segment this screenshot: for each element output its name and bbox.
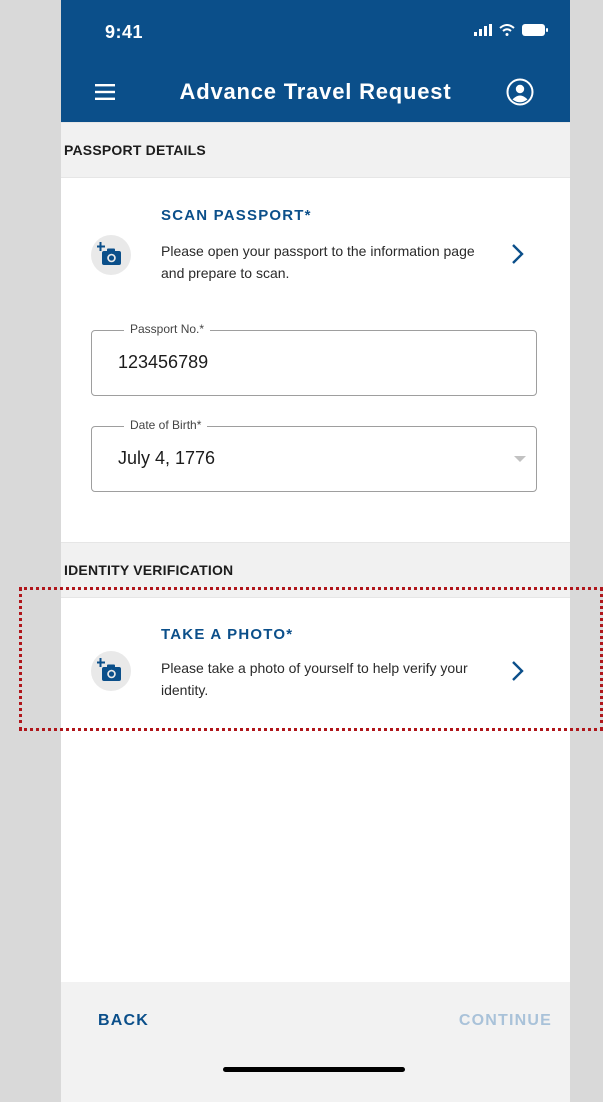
passport-number-input[interactable] [118,352,478,373]
app-bar: Advance Travel Request [61,64,570,122]
footer-bar: BACK CONTINUE [61,982,570,1102]
phone-screen: 9:41 Advance Travel Request PASSPORT DET… [61,0,570,1102]
passport-section-title: PASSPORT DETAILS [64,142,206,158]
wifi-icon [499,24,515,36]
date-of-birth-value: July 4, 1776 [118,448,216,468]
scan-passport-camera-button [91,235,131,275]
date-of-birth-field[interactable]: Date of Birth* July 4, 1776 [91,418,537,492]
status-bar: 9:41 [61,0,570,64]
home-indicator[interactable] [223,1067,405,1072]
scan-passport-row[interactable]: SCAN PASSPORT* Please open your passport… [61,200,570,300]
back-button[interactable]: BACK [98,1012,149,1030]
passport-number-label: Passport No.* [124,322,211,336]
passport-section-header: PASSPORT DETAILS [61,122,570,178]
status-time: 9:41 [105,22,144,42]
battery-icon [522,24,548,36]
highlight-annotation-box [19,587,603,731]
chevron-right-icon [512,244,524,264]
passport-number-field[interactable]: Passport No.* [91,322,537,396]
signal-icon [474,24,492,36]
scan-passport-title: SCAN PASSPORT* [161,207,312,224]
date-of-birth-label: Date of Birth* [124,418,208,432]
status-icons [474,24,548,36]
continue-button[interactable]: CONTINUE [459,1012,552,1030]
scan-passport-description: Please open your passport to the informa… [161,243,475,281]
dropdown-arrow-icon[interactable] [514,456,526,462]
add-photo-icon [97,242,121,265]
profile-icon[interactable] [506,78,534,106]
page-title: Advance Travel Request [179,79,452,104]
identity-section-title: IDENTITY VERIFICATION [64,562,234,578]
